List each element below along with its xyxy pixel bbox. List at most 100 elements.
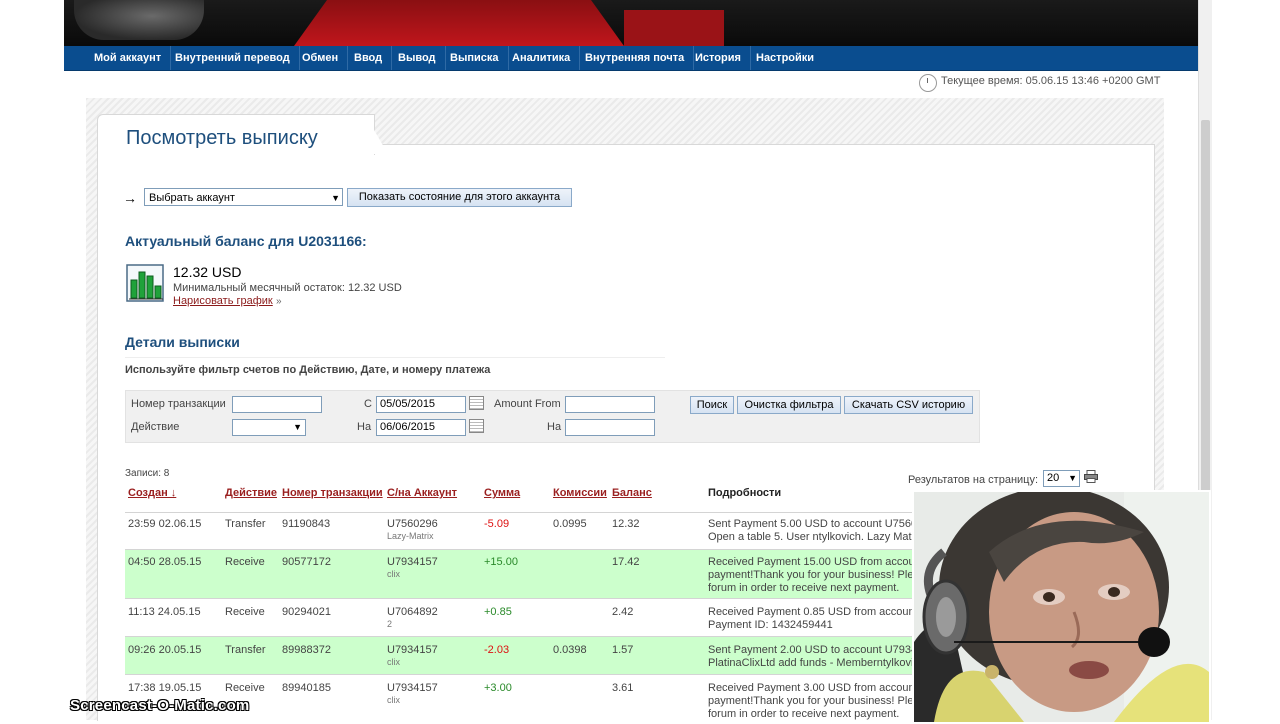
txn-number-input[interactable] — [232, 396, 322, 413]
column-header-fee[interactable]: Комиссии — [553, 487, 607, 499]
column-header-details: Подробности — [708, 487, 782, 499]
chevron-down-icon: ▼ — [331, 193, 340, 203]
page-title: Посмотреть выписку — [126, 127, 318, 149]
cell-account-name: 2 — [387, 619, 393, 629]
per-page-value: 20 — [1047, 472, 1060, 484]
filter-hint: Используйте фильтр счетов по Действию, Д… — [125, 364, 491, 376]
cell-details-line3: forum in order to receive next payment. — [708, 582, 900, 594]
column-header-amount[interactable]: Сумма — [484, 487, 520, 499]
cell-details-line2: Open a table 5. User ntylkovich. Lazy Ma… — [708, 531, 924, 543]
nav-item-analytics[interactable]: Аналитика — [503, 46, 581, 70]
cell-fee: 0.0995 — [553, 518, 587, 530]
cell-amount: +3.00 — [484, 682, 512, 694]
banner-car-image — [74, 0, 204, 40]
txn-number-label: Номер транзакции — [131, 398, 226, 410]
cell-details-line3: forum in order to receive next payment. — [708, 708, 900, 720]
nav-item-statement[interactable]: Выписка — [441, 46, 509, 70]
nav-item-exchange[interactable]: Обмен — [293, 46, 349, 70]
cell-account-name: clix — [387, 695, 400, 705]
amount-from-label: Amount From — [494, 398, 561, 410]
amount-to-label: На — [547, 421, 562, 433]
cell-action: Receive — [225, 606, 265, 618]
clear-filter-button[interactable]: Очистка фильтра — [737, 396, 841, 414]
cell-txn: 91190843 — [282, 518, 331, 530]
cell-txn: 90577172 — [282, 556, 331, 568]
cell-action: Transfer — [225, 518, 266, 530]
nav-item-deposit[interactable]: Ввод — [345, 46, 393, 70]
cell-details-line1: Received Payment 15.00 USD from account — [708, 556, 924, 568]
printer-icon[interactable] — [1084, 470, 1098, 483]
webcam-overlay — [912, 490, 1211, 724]
cell-created: 17:38 19.05.15 — [128, 682, 202, 694]
date-to-input[interactable]: 06/06/2015 — [376, 419, 466, 436]
account-select[interactable]: Выбрать аккаунт ▼ — [144, 188, 343, 206]
cell-amount: +0.85 — [484, 606, 512, 618]
cell-details-line1: Sent Payment 2.00 USD to account U793415… — [708, 644, 939, 656]
date-from-label: С — [364, 398, 372, 410]
cell-balance: 17.42 — [612, 556, 640, 568]
cell-balance: 12.32 — [612, 518, 640, 530]
cell-created: 04:50 28.05.15 — [128, 556, 202, 568]
cell-created: 11:13 24.05.15 — [128, 606, 201, 618]
cell-details-line2: payment!Thank you for your business! Ple… — [708, 695, 932, 707]
banner-red-carpet-image — [294, 0, 624, 46]
nav-item-history[interactable]: История — [686, 46, 751, 70]
site-banner — [64, 0, 1198, 46]
bar-chart-icon — [126, 264, 164, 302]
cell-txn: 89940185 — [282, 682, 331, 694]
column-header-created[interactable]: Создан ↓ — [128, 487, 176, 499]
banner-decor — [624, 10, 724, 46]
cell-details-line2: PlatinaClixLtd add funds - Memberntylkov… — [708, 657, 926, 669]
action-select[interactable]: ▼ — [232, 419, 306, 436]
cell-action: Transfer — [225, 644, 266, 656]
screencast-watermark: Screencast-O-Matic.com — [70, 697, 250, 714]
search-button[interactable]: Поиск — [690, 396, 734, 414]
amount-from-input[interactable] — [565, 396, 655, 413]
cell-action: Receive — [225, 556, 265, 568]
window-margin — [1212, 0, 1280, 720]
cell-created: 09:26 20.05.15 — [128, 644, 202, 656]
date-to-label: На — [357, 421, 372, 433]
draw-chart-link[interactable]: Нарисовать график — [173, 295, 273, 307]
cell-balance: 3.61 — [612, 682, 634, 694]
download-csv-button[interactable]: Скачать CSV историю — [844, 396, 973, 414]
nav-item-settings[interactable]: Настройки — [747, 46, 823, 70]
show-account-state-button[interactable]: Показать состояние для этого аккаунта — [347, 188, 572, 207]
clock-icon — [919, 74, 937, 92]
cell-details-line2: Payment ID: 1432459441 — [708, 619, 833, 631]
cell-txn: 89988372 — [282, 644, 331, 656]
webcam-person-image — [914, 492, 1209, 722]
balance-heading: Актуальный баланс для U2031166: — [125, 233, 367, 249]
nav-item-internal-transfer[interactable]: Внутренний перевод — [166, 46, 300, 70]
cell-details-line1: Sent Payment 5.00 USD to account U756029… — [708, 518, 939, 530]
amount-to-input[interactable] — [565, 419, 655, 436]
cell-account: U7560296 — [387, 518, 438, 530]
column-header-txn[interactable]: Номер транзакции — [282, 487, 383, 499]
column-header-action[interactable]: Действие — [225, 487, 277, 499]
per-page-select[interactable]: 20 ▼ — [1043, 470, 1080, 487]
action-label: Действие — [131, 421, 180, 433]
calendar-icon[interactable] — [469, 396, 484, 410]
column-header-account[interactable]: С/на Аккаунт — [387, 487, 457, 499]
nav-item-withdraw[interactable]: Вывод — [389, 46, 446, 70]
column-header-balance[interactable]: Баланс — [612, 487, 652, 499]
nav-item-internal-mail[interactable]: Внутренняя почта — [576, 46, 695, 70]
cell-action: Receive — [225, 682, 265, 694]
cell-details-line1: Received Payment 3.00 USD from account — [708, 682, 918, 694]
cell-balance: 2.42 — [612, 606, 634, 618]
balance-amount: 12.32 USD — [173, 264, 242, 280]
cell-details-line1: Received Payment 0.85 USD from account — [708, 606, 918, 618]
date-from-input[interactable]: 05/05/2015 — [376, 396, 466, 413]
per-page-label: Результатов на страницу: — [908, 474, 1039, 486]
cell-amount: +15.00 — [484, 556, 518, 568]
nav-item-my-account[interactable]: Мой аккаунт — [85, 46, 172, 70]
calendar-icon[interactable] — [469, 419, 484, 433]
main-nav: Мой аккаунт Внутренний перевод Обмен Вво… — [64, 46, 1198, 71]
cell-account-name: clix — [387, 657, 400, 667]
chevron-down-icon: ▼ — [1068, 473, 1077, 483]
records-count: Записи: 8 — [125, 468, 170, 479]
cell-account-name: clix — [387, 569, 400, 579]
divider — [125, 357, 665, 358]
cell-amount: -5.09 — [484, 518, 510, 530]
cell-amount: -2.03 — [484, 644, 510, 656]
